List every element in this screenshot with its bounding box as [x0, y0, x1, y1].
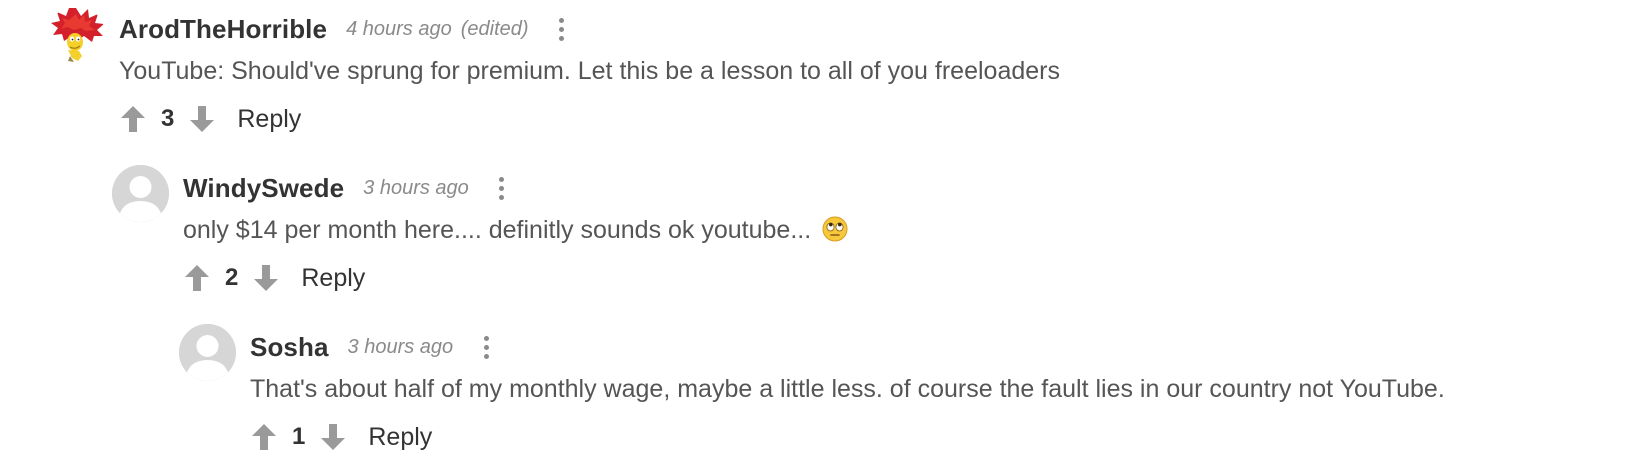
reply-button[interactable]: Reply	[301, 264, 365, 293]
comment-timestamp[interactable]: 4 hours ago	[346, 18, 452, 41]
comment: WindySwede 3 hours ago only $14 per mont…	[112, 165, 848, 298]
arrow-down-icon	[321, 424, 346, 450]
reply-button[interactable]: Reply	[368, 423, 432, 452]
downvote-button[interactable]	[252, 263, 280, 293]
arrow-down-icon	[190, 106, 215, 132]
author-name[interactable]: ArodTheHorrible	[119, 14, 327, 45]
upvote-button[interactable]	[183, 263, 211, 293]
downvote-button[interactable]	[188, 104, 216, 134]
arrow-up-icon	[121, 106, 145, 132]
upvote-button[interactable]	[250, 422, 278, 452]
comment-actions: 2 Reply	[183, 258, 848, 298]
vote-count: 1	[292, 423, 306, 450]
default-user-avatar-icon	[112, 165, 169, 222]
avatar[interactable]	[112, 165, 169, 222]
author-name[interactable]: WindySwede	[183, 173, 344, 204]
avatar[interactable]	[179, 324, 236, 381]
downvote-button[interactable]	[319, 422, 347, 452]
comment: ArodTheHorrible 4 hours ago (edited) You…	[48, 6, 1060, 139]
face-with-rolling-eyes-emoji-icon	[822, 216, 848, 242]
comment-text: YouTube: Should've sprung for premium. L…	[119, 57, 1060, 85]
vote-count: 2	[225, 264, 239, 291]
comment: Sosha 3 hours ago That's about half of m…	[179, 324, 1445, 457]
comment-timestamp[interactable]: 3 hours ago	[348, 336, 454, 359]
vote-count: 3	[161, 105, 175, 132]
more-vertical-icon[interactable]	[495, 174, 509, 202]
upvote-button[interactable]	[119, 104, 147, 134]
comment-actions: 1 Reply	[250, 417, 1445, 457]
comment-text: That's about half of my monthly wage, ma…	[250, 375, 1445, 403]
arrow-up-icon	[185, 265, 209, 291]
reply-button[interactable]: Reply	[237, 105, 301, 134]
comment-actions: 3 Reply	[119, 99, 1060, 139]
edited-label: (edited)	[460, 17, 529, 40]
arrow-down-icon	[254, 265, 279, 291]
more-vertical-icon[interactable]	[479, 333, 493, 361]
more-vertical-icon[interactable]	[555, 15, 569, 43]
author-name[interactable]: Sosha	[250, 332, 329, 363]
comment-text-row: only $14 per month here.... definitly so…	[183, 212, 848, 248]
arrow-up-icon	[252, 424, 276, 450]
avatar[interactable]	[48, 6, 105, 63]
default-user-avatar-icon	[179, 324, 236, 381]
comment-text: only $14 per month here.... definitly so…	[183, 216, 812, 244]
comment-timestamp[interactable]: 3 hours ago	[363, 177, 469, 200]
sideshow-bob-avatar-icon	[51, 8, 104, 62]
